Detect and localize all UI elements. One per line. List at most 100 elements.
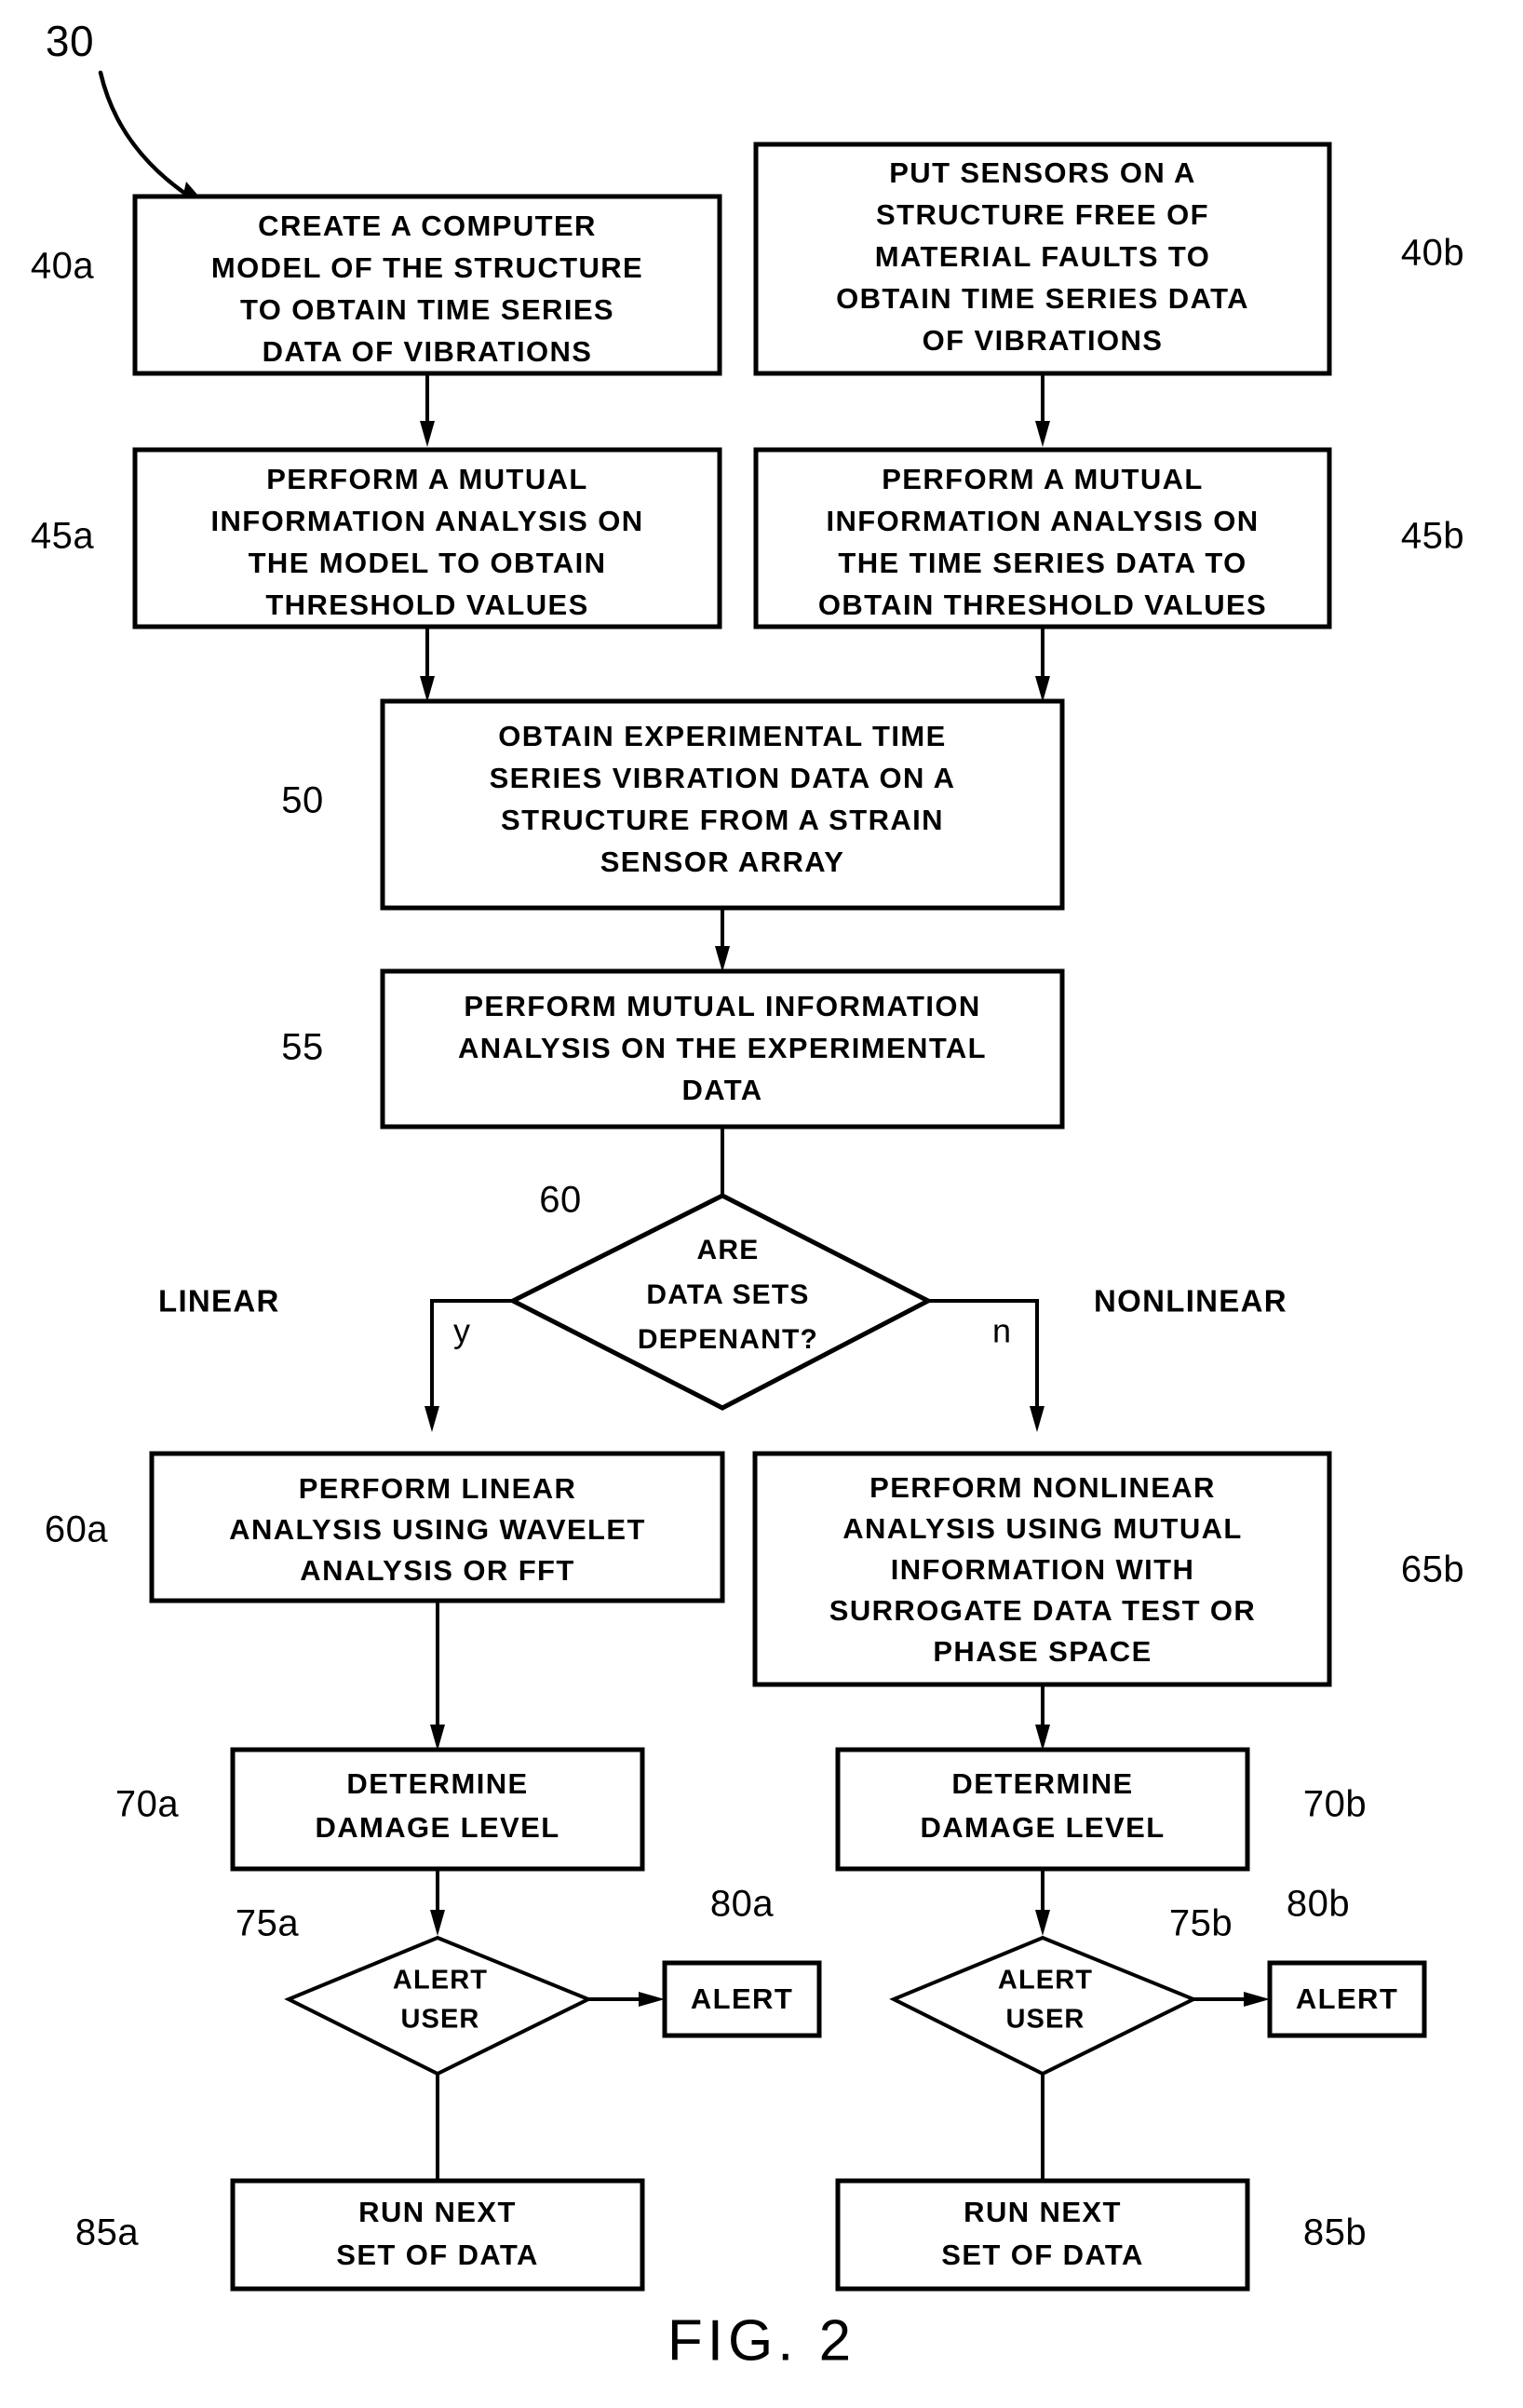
node-75b-line-1: ALERT [998,1966,1093,1995]
node-50-line-4: SENSOR ARRAY [600,846,845,878]
node-75a-decision[interactable]: ALERT USER [284,1935,593,2077]
node-55-line-2: ANALYSIS ON THE EXPERIMENTAL [458,1032,987,1064]
node-85b-line-1: RUN NEXT [964,2196,1122,2228]
connector-45b-to-50-arrow [1035,676,1050,702]
node-75b-line-2: USER [1006,2005,1085,2035]
branch-no-label: n [992,1312,1011,1350]
node-40b-line-3: MATERIAL FAULTS TO [875,240,1210,273]
connector-60-to-65b-arrow [1030,1406,1045,1432]
connector-60-to-65b [928,1299,1045,1432]
node-45b[interactable]: PERFORM A MUTUAL INFORMATION ANALYSIS ON… [753,447,1332,629]
node-75a-line-1: ALERT [393,1966,488,1995]
node-40a-line-2: MODEL OF THE STRUCTURE [211,251,643,284]
node-80b-line-1: ALERT [1296,1982,1398,2015]
node-60a[interactable]: PERFORM LINEAR ANALYSIS USING WAVELET AN… [149,1451,725,1603]
ref-label-85a: 85a [75,2212,139,2253]
connector-75b-to-80b-arrow [1244,1992,1270,2007]
node-60-decision[interactable]: ARE DATA SETS DEPENANT? [507,1193,934,1411]
node-85b-line-2: SET OF DATA [941,2239,1143,2271]
node-70a-line-2: DAMAGE LEVEL [315,1811,559,1844]
node-60-line-2: DATA SETS [646,1279,809,1310]
branch-label-linear: LINEAR [158,1284,280,1319]
node-80a-line-1: ALERT [691,1982,793,2015]
ref-label-70a: 70a [115,1784,179,1825]
node-60a-line-2: ANALYSIS USING WAVELET [229,1513,646,1546]
diagram-ref-30: 30 [46,17,94,65]
connector-60-to-60a-arrow [425,1406,439,1432]
node-70b-line-1: DETERMINE [951,1767,1133,1800]
ref-label-60a: 60a [45,1509,108,1550]
ref-label-85b: 85b [1303,2212,1367,2253]
ref-label-45b: 45b [1401,516,1464,557]
node-40a-line-1: CREATE A COMPUTER [258,210,597,242]
connector-60a-to-70a-arrow [430,1725,445,1751]
node-40a-line-3: TO OBTAIN TIME SERIES [240,293,614,326]
connector-40b-to-45b-arrow [1035,421,1050,447]
node-40a[interactable]: CREATE A COMPUTER MODEL OF THE STRUCTURE… [132,194,722,376]
ref-label-80b: 80b [1287,1884,1350,1925]
connector-40a-to-45a [420,373,435,447]
patent-figure-2: 30 CREATE A COMPUTER MODEL OF THE STRUCT… [0,0,1523,2408]
node-45a-line-4: THRESHOLD VALUES [265,588,588,621]
node-40b-line-2: STRUCTURE FREE OF [876,198,1209,231]
ref-label-75a: 75a [236,1903,299,1944]
connector-45b-to-50 [1035,627,1050,702]
node-60a-line-1: PERFORM LINEAR [299,1472,577,1505]
node-40b[interactable]: PUT SENSORS ON A STRUCTURE FREE OF MATER… [753,142,1332,376]
node-50[interactable]: OBTAIN EXPERIMENTAL TIME SERIES VIBRATIO… [380,698,1065,911]
node-60-line-1: ARE [697,1235,760,1265]
node-55[interactable]: PERFORM MUTUAL INFORMATION ANALYSIS ON T… [380,968,1065,1130]
node-65b-line-1: PERFORM NONLINEAR [869,1471,1216,1504]
node-65b-line-3: INFORMATION WITH [891,1553,1195,1586]
connector-60a-to-70a [430,1601,445,1751]
node-40b-line-4: OBTAIN TIME SERIES DATA [836,282,1249,315]
node-45b-line-1: PERFORM A MUTUAL [882,463,1204,495]
node-40b-line-5: OF VIBRATIONS [923,324,1164,357]
node-40a-line-4: DATA OF VIBRATIONS [263,335,593,368]
ref-label-60: 60 [539,1180,582,1221]
node-70b[interactable]: DETERMINE DAMAGE LEVEL [835,1747,1250,1872]
node-85a[interactable]: RUN NEXT SET OF DATA [230,2178,645,2292]
ref-label-40a: 40a [31,246,94,287]
connector-75a-to-80a-arrow [639,1992,665,2007]
connector-45a-to-50-arrow [420,676,435,702]
connector-65b-to-70b-arrow [1035,1725,1050,1751]
node-65b[interactable]: PERFORM NONLINEAR ANALYSIS USING MUTUAL … [752,1451,1332,1687]
ref-label-45a: 45a [31,516,94,557]
node-75a-line-2: USER [401,2005,480,2035]
node-60-line-3: DEPENANT? [638,1324,818,1355]
node-80b[interactable]: ALERT [1267,1960,1427,2038]
connector-70a-to-75a-arrow [430,1910,445,1936]
node-85b[interactable]: RUN NEXT SET OF DATA [835,2178,1250,2292]
lead-arrow-curve [98,70,219,217]
node-60a-line-3: ANALYSIS OR FFT [300,1554,574,1587]
node-55-line-3: DATA [681,1074,762,1106]
node-45b-line-3: THE TIME SERIES DATA TO [838,547,1247,579]
connector-50-to-55-arrow [715,946,730,972]
connector-50-to-55 [715,908,730,972]
connector-45a-to-50 [420,627,435,702]
connector-70b-to-75b-arrow [1035,1910,1050,1936]
ref-label-75b: 75b [1169,1903,1233,1944]
node-65b-line-5: PHASE SPACE [933,1635,1152,1668]
node-50-line-2: SERIES VIBRATION DATA ON A [490,762,956,794]
node-45a[interactable]: PERFORM A MUTUAL INFORMATION ANALYSIS ON… [132,447,722,629]
ref-label-80a: 80a [710,1884,774,1925]
node-80a[interactable]: ALERT [662,1960,822,2038]
connector-70b-to-75b [1035,1869,1050,1936]
node-75b-decision[interactable]: ALERT USER [889,1935,1198,2077]
node-85a-line-1: RUN NEXT [358,2196,517,2228]
node-70a[interactable]: DETERMINE DAMAGE LEVEL [230,1747,645,1872]
node-40b-line-1: PUT SENSORS ON A [889,156,1196,189]
node-70a-line-1: DETERMINE [346,1767,528,1800]
node-45a-line-1: PERFORM A MUTUAL [266,463,588,495]
ref-label-70b: 70b [1303,1784,1367,1825]
connector-70a-to-75a [430,1869,445,1936]
connector-75a-to-80a [588,1992,665,2007]
ref-label-40b: 40b [1401,233,1464,274]
node-45b-line-2: INFORMATION ANALYSIS ON [826,505,1259,537]
connector-40a-to-45a-arrow [420,421,435,447]
flowchart-canvas: 30 CREATE A COMPUTER MODEL OF THE STRUCT… [31,17,1464,2373]
node-65b-line-4: SURROGATE DATA TEST OR [829,1594,1256,1627]
node-45b-line-4: OBTAIN THRESHOLD VALUES [818,588,1267,621]
